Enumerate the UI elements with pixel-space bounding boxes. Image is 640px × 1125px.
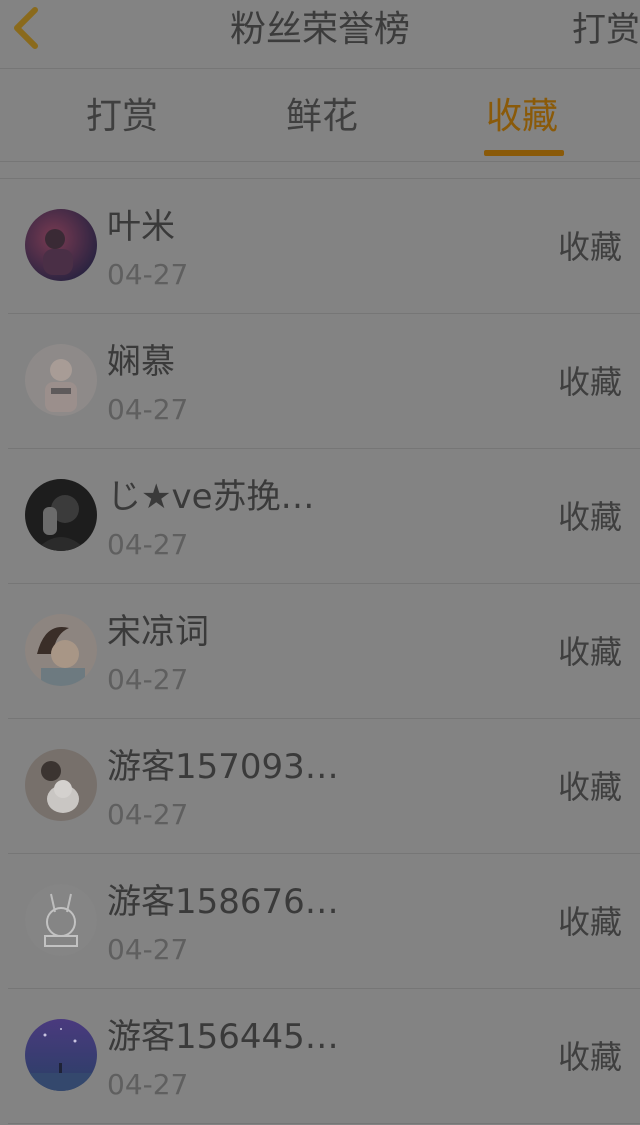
fan-action: 收藏 [557, 633, 622, 671]
tab-bar: 打赏 鲜花 收藏 [0, 69, 640, 162]
fan-action: 收藏 [557, 228, 622, 266]
fan-date: 04-27 [107, 528, 189, 561]
avatar [25, 344, 97, 416]
avatar [25, 209, 97, 281]
fan-name: 游客157093… [107, 747, 339, 787]
fan-date: 04-27 [107, 258, 189, 291]
list-item[interactable]: じ★ve苏挽… 04-27 收藏 [8, 449, 640, 584]
fan-name: 宋凉词 [107, 612, 209, 652]
fan-name: 叶米 [107, 207, 175, 247]
fan-date: 04-27 [107, 933, 189, 966]
tab-favorites[interactable]: 收藏 [486, 93, 558, 141]
list-item[interactable]: 游客156445… 04-27 收藏 [8, 989, 640, 1124]
avatar [25, 884, 97, 956]
fan-date: 04-27 [107, 393, 189, 426]
list-item[interactable]: 宋凉词 04-27 收藏 [8, 584, 640, 719]
list-item[interactable]: 叶米 04-27 收藏 [8, 179, 640, 314]
tab-reward[interactable]: 打赏 [86, 93, 158, 141]
tab-flowers[interactable]: 鲜花 [286, 93, 358, 141]
fan-date: 04-27 [107, 798, 189, 831]
fan-name: 游客156445… [107, 1017, 339, 1057]
fan-list: 叶米 04-27 收藏 娴慕 04-27 收藏 じ★ve苏挽… 04-27 收藏… [0, 179, 640, 1124]
tip-button[interactable]: 打赏 [572, 6, 640, 54]
fan-action: 收藏 [557, 768, 622, 806]
fan-name: 游客158676… [107, 882, 339, 922]
active-tab-indicator [484, 150, 564, 156]
list-item[interactable]: 娴慕 04-27 收藏 [8, 314, 640, 449]
fan-name: 娴慕 [107, 342, 175, 382]
fan-date: 04-27 [107, 1068, 189, 1101]
list-item[interactable]: 游客158676… 04-27 收藏 [8, 854, 640, 989]
fan-action: 收藏 [557, 903, 622, 941]
avatar [25, 479, 97, 551]
fan-action: 收藏 [557, 498, 622, 536]
fan-action: 收藏 [557, 1038, 622, 1076]
page-title: 粉丝荣誉榜 [229, 9, 410, 50]
avatar [25, 1019, 97, 1091]
header-bar: 粉丝荣誉榜 打赏 [0, 0, 640, 69]
fan-name: じ★ve苏挽… [107, 477, 315, 517]
avatar [25, 614, 97, 686]
fan-date: 04-27 [107, 663, 189, 696]
list-item[interactable]: 游客157093… 04-27 收藏 [8, 719, 640, 854]
avatar [25, 749, 97, 821]
fan-action: 收藏 [557, 363, 622, 401]
